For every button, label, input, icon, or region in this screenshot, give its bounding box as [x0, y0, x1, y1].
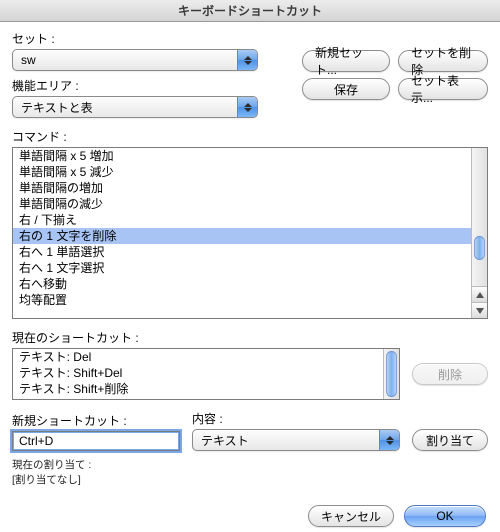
new-set-button[interactable]: 新規セット... [302, 50, 390, 72]
cancel-button[interactable]: キャンセル [308, 505, 394, 527]
new-shortcut-value: Ctrl+D [19, 434, 53, 448]
delete-shortcut-button[interactable]: 削除 [412, 363, 488, 385]
list-item[interactable]: 右の 1 文字を削除 [13, 228, 471, 244]
area-select-value: テキストと表 [13, 99, 237, 116]
scroll-down-button[interactable] [472, 302, 487, 318]
ok-button-label: OK [436, 509, 453, 523]
area-select[interactable]: テキストと表 [12, 96, 258, 118]
cancel-button-label: キャンセル [321, 508, 381, 525]
updown-icon [237, 97, 257, 117]
window-titlebar: キーボードショートカット [0, 0, 500, 22]
updown-icon [237, 50, 257, 70]
ok-button[interactable]: OK [404, 505, 486, 527]
list-item[interactable]: テキスト: Shift+削除 [13, 381, 383, 397]
set-select[interactable]: sw [12, 49, 258, 71]
show-set-button-label: セット表示... [411, 72, 475, 106]
delete-shortcut-button-label: 削除 [438, 366, 462, 383]
current-shortcut-listbox[interactable]: テキスト: Delテキスト: Shift+Delテキスト: Shift+削除 [12, 348, 400, 400]
set-label: セット : [12, 30, 292, 47]
context-label: 内容 : [192, 410, 400, 427]
scroll-thumb[interactable] [474, 236, 485, 260]
context-select-value: テキスト [193, 432, 379, 449]
scrollbar[interactable] [383, 349, 399, 399]
new-shortcut-label: 新規ショートカット : [12, 412, 180, 429]
current-shortcut-label: 現在のショートカット : [12, 329, 488, 346]
new-shortcut-input[interactable]: Ctrl+D [12, 431, 180, 451]
commands-label: コマンド : [12, 128, 488, 145]
current-assignment-label: 現在の割り当て : [12, 457, 488, 472]
list-item[interactable]: 右へ 1 文字選択 [13, 260, 471, 276]
area-label: 機能エリア : [12, 77, 292, 94]
scrollbar[interactable] [471, 148, 487, 318]
delete-set-button[interactable]: セットを削除 [398, 50, 488, 72]
save-button[interactable]: 保存 [302, 78, 390, 100]
scroll-up-button[interactable] [472, 286, 487, 302]
assign-button-label: 割り当て [426, 432, 474, 449]
list-item[interactable]: テキスト: Shift+Del [13, 365, 383, 381]
new-set-button-label: 新規セット... [315, 44, 377, 78]
list-item[interactable]: 単語間隔の減少 [13, 196, 471, 212]
list-item[interactable]: テキスト: Del [13, 349, 383, 365]
list-item[interactable]: 右 / 下揃え [13, 212, 471, 228]
window-title: キーボードショートカット [178, 4, 322, 18]
list-item[interactable]: 単語間隔の増加 [13, 180, 471, 196]
list-item[interactable]: 右へ移動 [13, 276, 471, 292]
list-item[interactable]: 均等配置 [13, 292, 471, 308]
context-select[interactable]: テキスト [192, 429, 400, 451]
show-set-button[interactable]: セット表示... [398, 78, 488, 100]
updown-icon [379, 430, 399, 450]
commands-listbox[interactable]: 単語間隔 x 5 増加単語間隔 x 5 減少単語間隔の増加単語間隔の減少右 / … [12, 147, 488, 319]
list-item[interactable]: 右へ 1 単語選択 [13, 244, 471, 260]
list-item[interactable]: 単語間隔 x 5 増加 [13, 148, 471, 164]
list-item[interactable]: 単語間隔 x 5 減少 [13, 164, 471, 180]
scroll-thumb[interactable] [386, 351, 397, 397]
chevron-down-icon [476, 308, 484, 314]
current-assignment-value: [割り当てなし] [12, 472, 488, 487]
chevron-up-icon [476, 292, 484, 298]
assign-button[interactable]: 割り当て [412, 429, 488, 451]
set-select-value: sw [13, 53, 237, 67]
save-button-label: 保存 [334, 81, 358, 98]
